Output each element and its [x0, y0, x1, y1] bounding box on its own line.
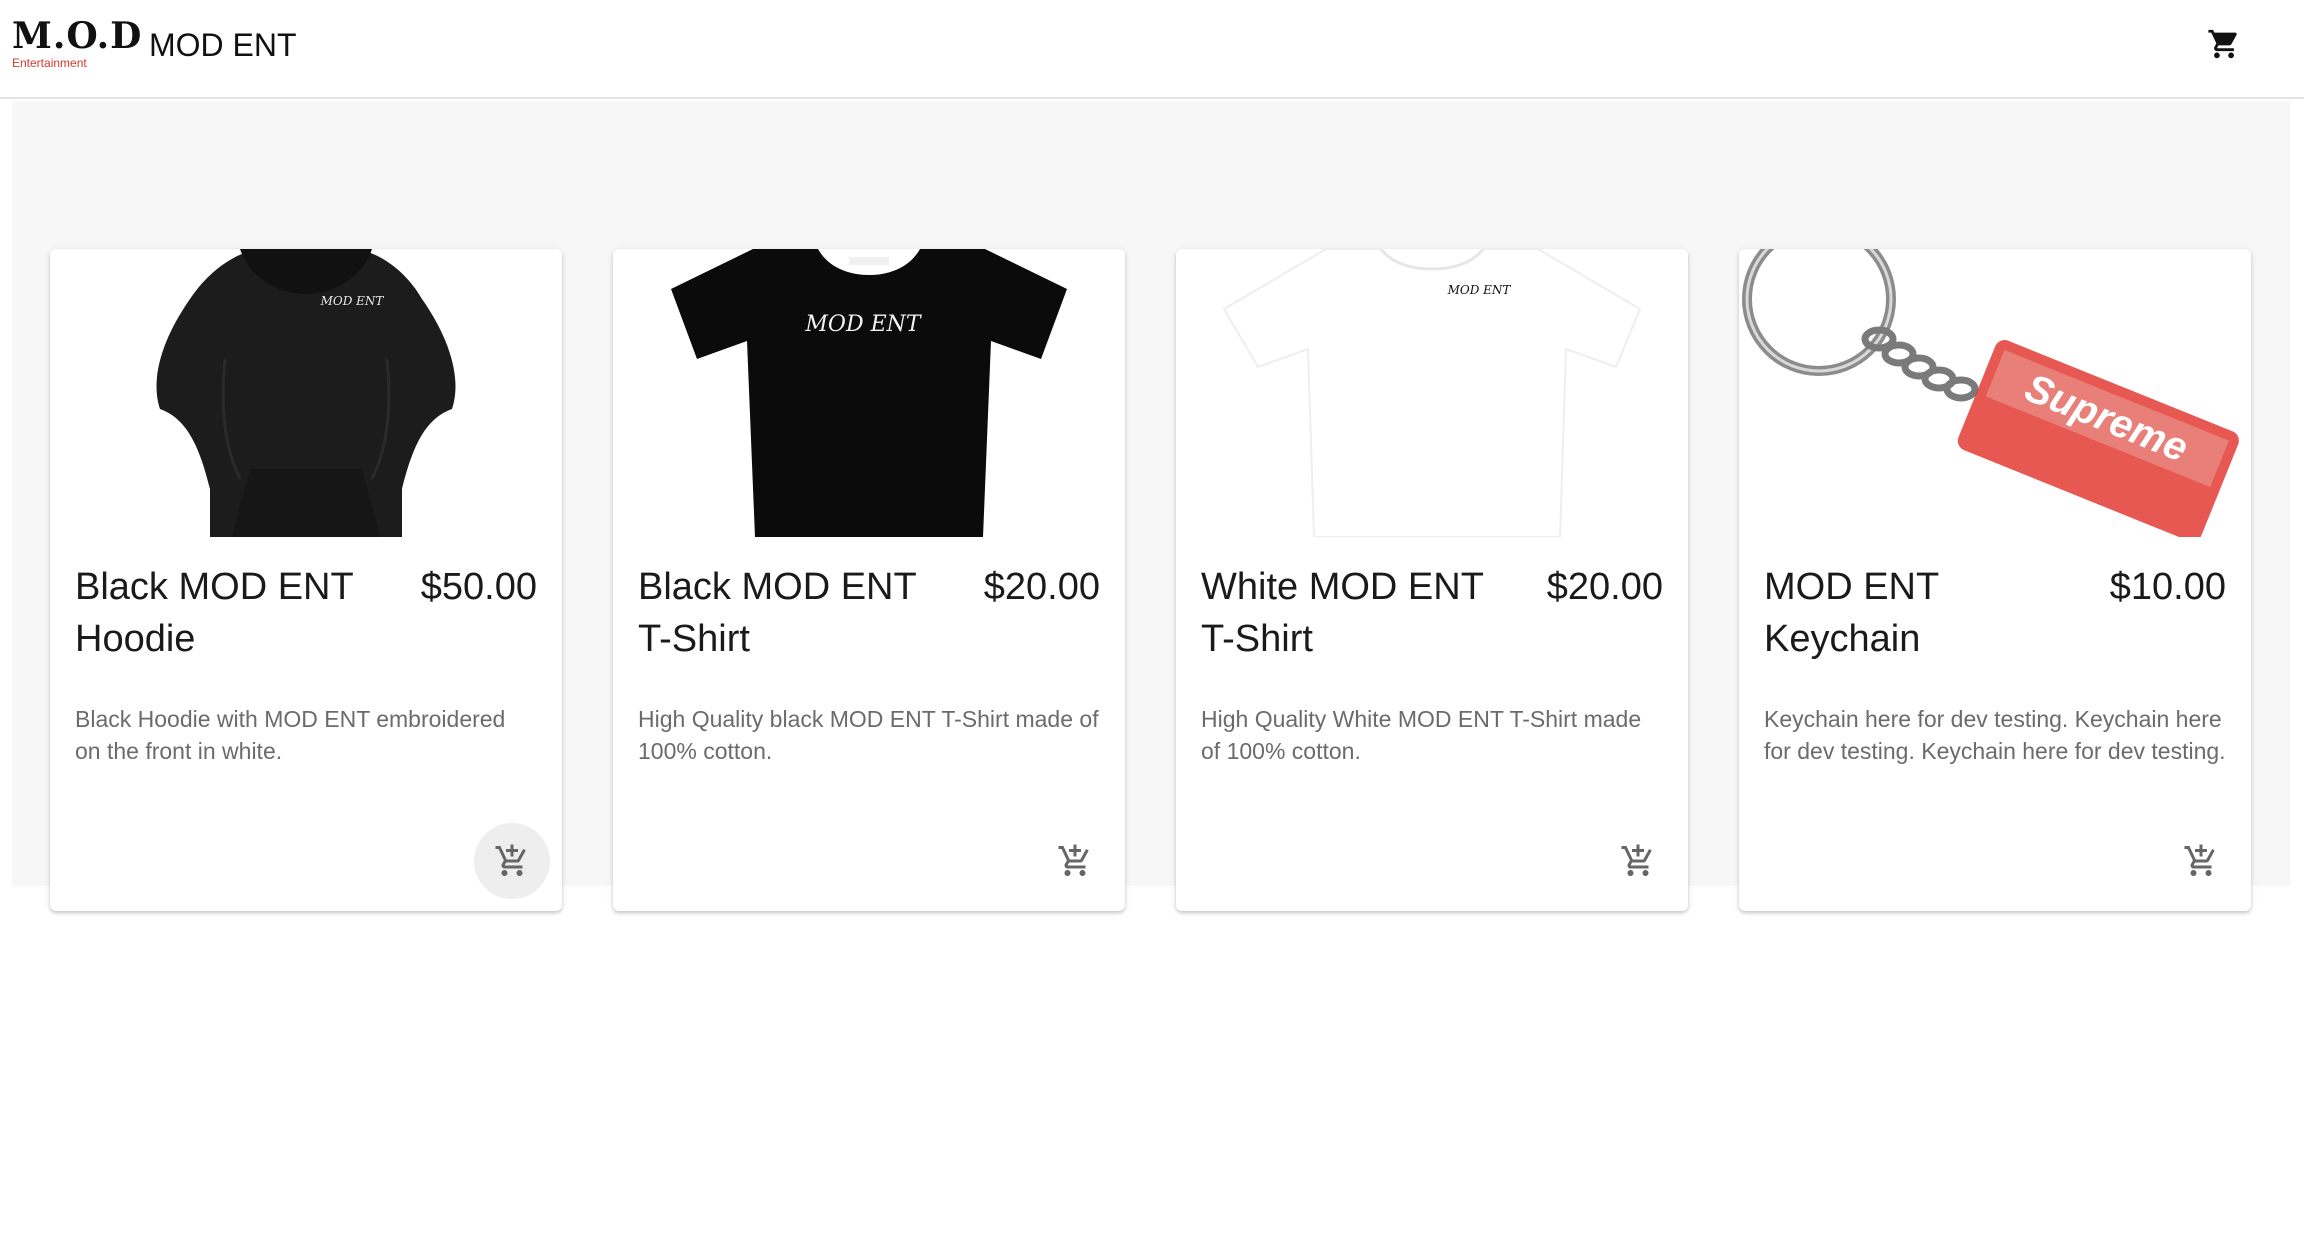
product-name: Black MOD ENT Hoodie: [75, 566, 354, 660]
logo-subtext: Entertainment: [12, 56, 87, 70]
product-name: Black MOD ENT T-Shirt: [638, 566, 917, 660]
product-price: $50.00: [420, 566, 537, 608]
product-card[interactable]: MOD ENT Black MOD ENT T-Shirt $20.00 Hig…: [613, 249, 1125, 911]
product-image-white-tshirt[interactable]: MOD ENT: [1176, 249, 1688, 537]
product-card[interactable]: MOD ENT Black MOD ENT Hoodie $50.00 Blac…: [50, 249, 562, 911]
brand-logo[interactable]: M.O.D Entertainment: [12, 15, 143, 70]
add-shopping-cart-icon: [1621, 844, 1652, 876]
shopping-cart-icon: [2208, 29, 2237, 59]
product-description: Keychain here for dev testing. Keychain …: [1764, 706, 2226, 764]
add-to-cart-button[interactable]: [474, 823, 550, 899]
add-shopping-cart-icon: [2184, 844, 2215, 876]
product-price: $20.00: [1546, 566, 1663, 608]
product-name: MOD ENT Keychain: [1764, 566, 1939, 660]
add-shopping-cart-icon: [495, 844, 526, 876]
product-image-label: MOD ENT: [320, 294, 385, 308]
product-image-label: MOD ENT: [804, 312, 923, 337]
product-price: $20.00: [983, 566, 1100, 608]
product-price: $10.00: [2109, 566, 2226, 608]
product-image-black-tshirt[interactable]: MOD ENT: [613, 249, 1125, 537]
product-description: Black Hoodie with MOD ENT embroidered on…: [75, 706, 506, 764]
product-description: High Quality White MOD ENT T-Shirt made …: [1201, 706, 1642, 764]
product-name: White MOD ENT T-Shirt: [1201, 566, 1484, 660]
product-description: High Quality black MOD ENT T-Shirt made …: [638, 706, 1099, 764]
add-to-cart-button[interactable]: [1037, 823, 1113, 899]
product-grid: MOD ENT Black MOD ENT Hoodie $50.00 Blac…: [12, 101, 2290, 911]
cart-button[interactable]: [2200, 20, 2248, 68]
product-image-hoodie[interactable]: MOD ENT: [50, 249, 562, 537]
product-card[interactable]: MOD ENT White MOD ENT T-Shirt $20.00 Hig…: [1176, 249, 1688, 911]
product-image-label: MOD ENT: [1447, 283, 1512, 297]
add-shopping-cart-icon: [1058, 844, 1089, 876]
logo-mark: M.O.D: [12, 15, 143, 57]
product-card[interactable]: Supreme MOD ENT Keychain $10.00 Keychain…: [1739, 249, 2251, 911]
product-image-keychain[interactable]: Supreme: [1739, 249, 2251, 537]
app-bar: M.O.D Entertainment MOD ENT: [0, 0, 2304, 99]
add-to-cart-button[interactable]: [2163, 823, 2239, 899]
page-title: MOD ENT: [149, 27, 297, 63]
add-to-cart-button[interactable]: [1600, 823, 1676, 899]
